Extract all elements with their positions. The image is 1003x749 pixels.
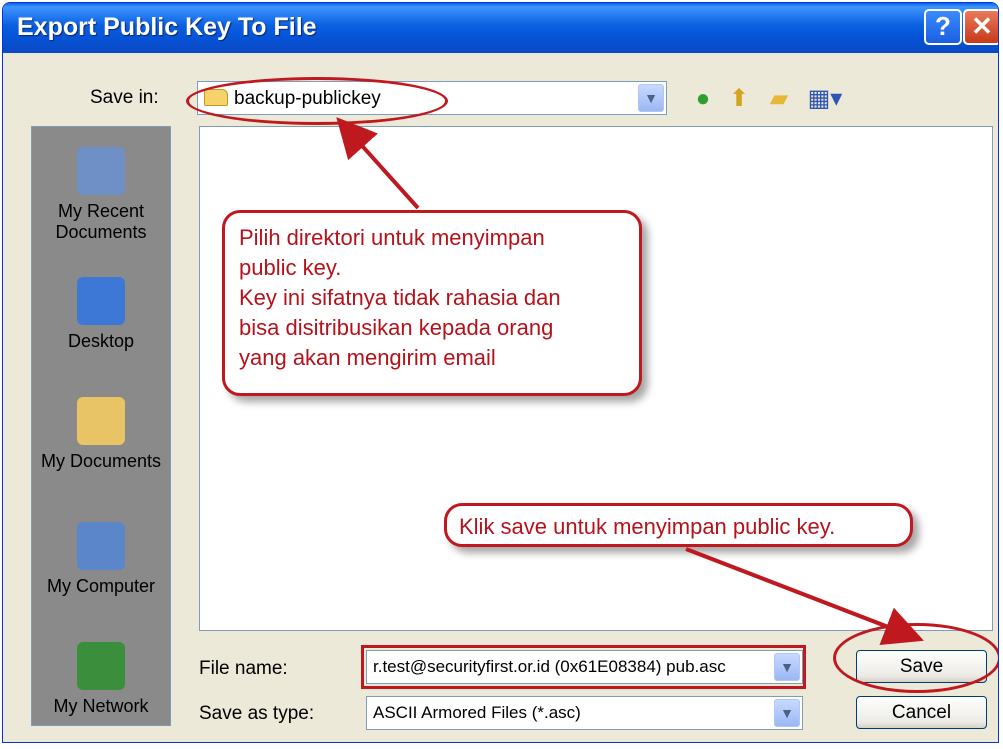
arrow-to-save-button <box>685 547 924 646</box>
annotation-arrows <box>336 117 924 646</box>
export-dialog: Export Public Key To File ? ✕ Save in: b… <box>2 2 999 743</box>
arrow-to-save-in <box>336 117 420 210</box>
